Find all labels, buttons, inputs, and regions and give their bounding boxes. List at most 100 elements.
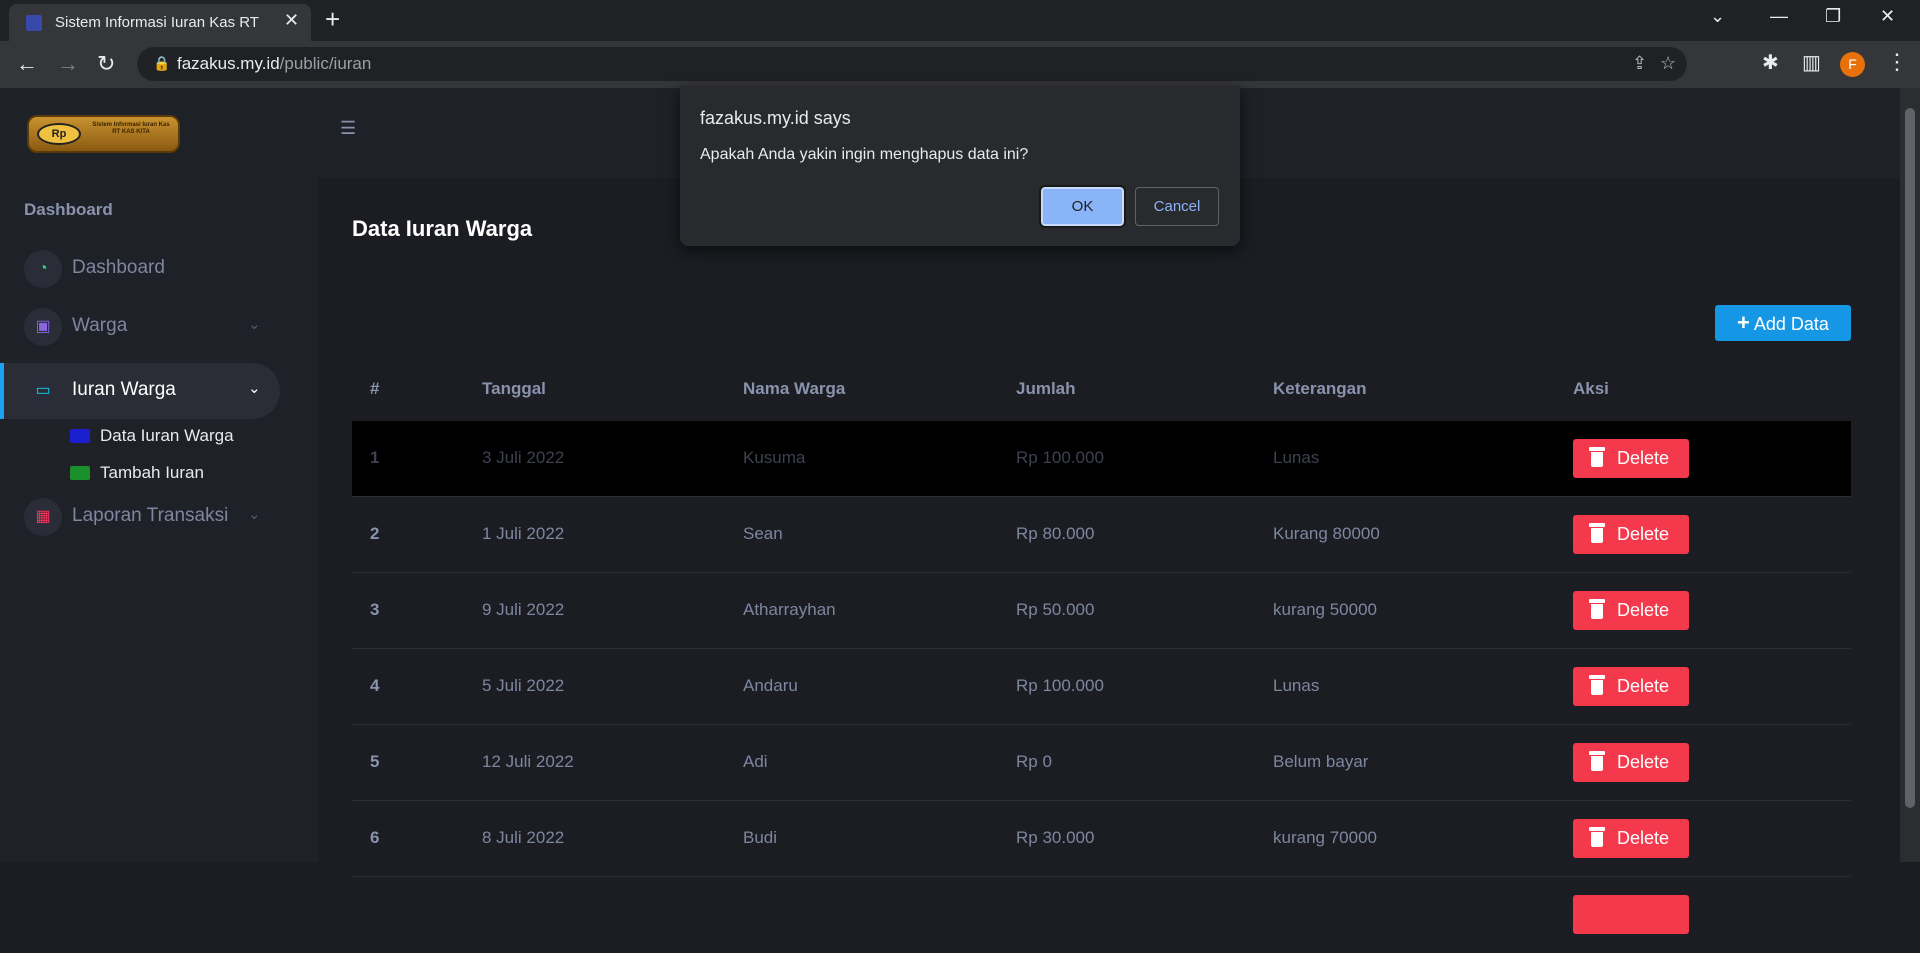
table-row (352, 877, 1851, 953)
active-indicator (0, 363, 4, 419)
column-header-keterangan: Keterangan (1273, 379, 1367, 398)
sidebar-item-iuran-warga[interactable]: ▭ Iuran Warga ⌄ (0, 363, 280, 419)
add-data-button[interactable]: + Add Data (1715, 305, 1851, 341)
browser-menu-icon[interactable]: ⋮ (1886, 49, 1908, 75)
reload-icon[interactable]: ↻ (97, 51, 115, 77)
side-panel-icon[interactable]: ▥ (1802, 50, 1821, 75)
money-bill-icon (70, 429, 90, 443)
forward-icon[interactable]: → (57, 51, 79, 77)
sidebar-item-label: Dashboard (72, 257, 165, 278)
back-icon[interactable]: ← (16, 51, 38, 77)
tab-title: Sistem Informasi Iuran Kas RT (55, 14, 259, 31)
column-header-tanggal: Tanggal (482, 379, 546, 398)
cell-nama: Andaru (743, 676, 798, 695)
cell-jumlah: Rp 0 (1016, 752, 1052, 771)
cell-number: 6 (370, 828, 380, 847)
cell-tanggal: 9 Juli 2022 (482, 600, 565, 619)
trash-icon (1589, 675, 1605, 695)
cell-nama: Adi (743, 752, 768, 771)
delete-button[interactable]: Delete (1573, 591, 1689, 630)
table-row: 3 9 Juli 2022 Atharrayhan Rp 50.000 kura… (352, 573, 1851, 649)
chevron-down-icon: ⌄ (248, 380, 261, 397)
lock-icon[interactable]: 🔒 (153, 55, 170, 72)
delete-button[interactable] (1573, 895, 1689, 934)
column-header-jumlah: Jumlah (1016, 379, 1076, 398)
favicon-icon (26, 15, 42, 31)
table-row: 1 3 Juli 2022 Kusuma Rp 100.000 Lunas De… (352, 421, 1851, 497)
table-grid-icon: ▦ (24, 498, 62, 536)
bookmark-star-icon[interactable]: ☆ (1660, 53, 1676, 74)
column-header-number: # (370, 379, 380, 398)
close-tab-icon[interactable]: ✕ (284, 10, 299, 31)
tab-search-icon[interactable]: ⌄ (1710, 6, 1725, 27)
delete-button[interactable]: Delete (1573, 743, 1689, 782)
speedometer-icon: ◔ (24, 250, 62, 288)
delete-button[interactable]: Delete (1573, 819, 1689, 858)
cell-jumlah: Rp 100.000 (1016, 676, 1104, 695)
cell-jumlah: Rp 100.000 (1016, 448, 1104, 467)
logo-caption: Sistem Informasi Iuran Kas RT KAS KITA (92, 122, 170, 135)
page-scrollbar[interactable] (1900, 88, 1920, 862)
delete-label: Delete (1617, 524, 1670, 544)
address-bar[interactable]: 🔒 fazakus.my.id/public/iuran ⇪ ☆ (137, 47, 1687, 81)
hamburger-menu-icon[interactable]: ☰ (340, 118, 356, 139)
profile-avatar[interactable]: F (1840, 52, 1865, 77)
logo-rp-badge: Rp (37, 123, 81, 145)
cell-tanggal: 5 Juli 2022 (482, 676, 565, 695)
cell-number: 2 (370, 524, 380, 543)
cell-nama: Budi (743, 828, 778, 847)
delete-label: Delete (1617, 448, 1670, 468)
trash-icon (1589, 751, 1605, 771)
chevron-down-icon: ⌄ (248, 316, 261, 333)
close-window-icon[interactable]: ✕ (1880, 6, 1895, 27)
cell-keterangan: kurang 50000 (1273, 600, 1377, 619)
sidebar-item-dashboard[interactable]: ◔ Dashboard (0, 241, 280, 297)
sidebar-item-laporan-transaksi[interactable]: ▦ Laporan Transaksi ⌄ (0, 489, 280, 545)
delete-label: Delete (1617, 828, 1670, 848)
dialog-title: fazakus.my.id says (700, 108, 851, 128)
cell-number: 5 (370, 752, 380, 771)
trash-icon (1589, 599, 1605, 619)
cell-jumlah: Rp 80.000 (1016, 524, 1095, 543)
sidebar-section-heading: Dashboard (24, 200, 113, 219)
browser-toolbar: ← → ↻ 🔒 fazakus.my.id/public/iuran ⇪ ☆ ✱… (0, 41, 1920, 88)
cell-tanggal: 8 Juli 2022 (482, 828, 565, 847)
contact-card-icon: ▣ (24, 308, 62, 346)
cell-keterangan: Belum bayar (1273, 752, 1369, 771)
delete-label: Delete (1617, 676, 1670, 696)
scrollbar-thumb[interactable] (1905, 108, 1915, 808)
cell-nama: Sean (743, 524, 783, 543)
restore-icon[interactable]: ❐ (1825, 6, 1841, 27)
sidebar-item-warga[interactable]: ▣ Warga ⌄ (0, 299, 280, 355)
cell-tanggal: 1 Juli 2022 (482, 524, 565, 543)
extensions-icon[interactable]: ✱ (1762, 50, 1779, 75)
cell-jumlah: Rp 30.000 (1016, 828, 1095, 847)
new-tab-icon[interactable]: + (325, 4, 340, 35)
cell-nama: Kusuma (743, 448, 806, 467)
add-data-label: Add Data (1753, 314, 1829, 334)
delete-button[interactable]: Delete (1573, 667, 1689, 706)
ok-button[interactable]: OK (1039, 185, 1126, 228)
browser-tab-strip: Sistem Informasi Iuran Kas RT ✕ + ⌄ — ❐ … (0, 0, 1920, 41)
cancel-button[interactable]: Cancel (1135, 187, 1219, 226)
app-logo[interactable]: Rp Sistem Informasi Iuran Kas RT KAS KIT… (27, 115, 180, 153)
cell-keterangan: Kurang 80000 (1273, 524, 1380, 543)
browser-tab[interactable]: Sistem Informasi Iuran Kas RT ✕ (9, 4, 311, 41)
page-title: Data Iuran Warga (352, 216, 533, 241)
table-row: 2 1 Juli 2022 Sean Rp 80.000 Kurang 8000… (352, 497, 1851, 573)
share-icon[interactable]: ⇪ (1632, 53, 1647, 74)
trash-icon (1589, 523, 1605, 543)
cell-tanggal: 12 Juli 2022 (482, 752, 574, 771)
cell-number: 3 (370, 600, 380, 619)
cell-tanggal: 3 Juli 2022 (482, 448, 565, 467)
delete-button[interactable]: Delete (1573, 515, 1689, 554)
cell-keterangan: kurang 70000 (1273, 828, 1377, 847)
sidebar: Rp Sistem Informasi Iuran Kas RT KAS KIT… (0, 88, 318, 862)
sidebar-subitem-label: Data Iuran Warga (100, 426, 234, 445)
minimize-icon[interactable]: — (1770, 6, 1788, 27)
delete-button[interactable]: Delete (1573, 439, 1689, 478)
plus-icon: + (1737, 310, 1750, 335)
delete-label: Delete (1617, 600, 1670, 620)
sidebar-item-label: Laporan Transaksi (72, 505, 229, 526)
url-text[interactable]: fazakus.my.id/public/iuran (177, 54, 371, 74)
